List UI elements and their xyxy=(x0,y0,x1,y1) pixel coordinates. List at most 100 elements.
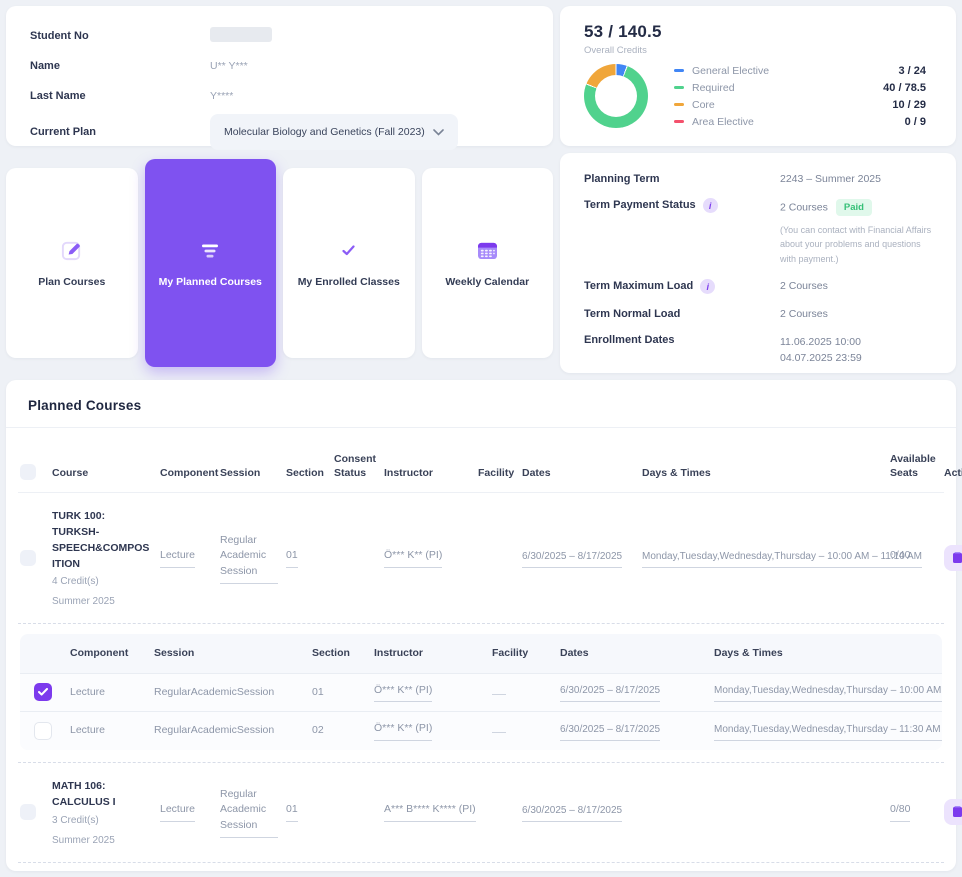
dates-value: 6/30/2025 – 8/17/2025 xyxy=(522,803,622,822)
row-checkbox[interactable] xyxy=(20,550,36,566)
enrollment-start: 11.06.2025 10:00 xyxy=(780,334,932,350)
legend-row-required: Required 40 / 78.5 xyxy=(674,82,926,94)
current-plan-row: Current Plan Molecular Biology and Genet… xyxy=(30,114,529,150)
last-name-value: Y**** xyxy=(210,90,529,102)
student-info-card: Student No Name U** Y*** Last Name Y****… xyxy=(6,6,553,146)
last-name-row: Last Name Y**** xyxy=(30,84,529,108)
legend-color-area-elective xyxy=(674,120,684,123)
payment-status-label: Term Payment Status i xyxy=(584,199,780,266)
planning-term-label: Planning Term xyxy=(584,173,780,185)
planner-button[interactable] xyxy=(944,545,962,571)
normal-load-row: Term Normal Load 2 Courses xyxy=(584,308,932,320)
nav-cards: Plan Courses My Planned Courses My Enrol… xyxy=(6,153,553,373)
student-no-label: Student No xyxy=(30,30,210,42)
sub-days-times: Monday,Tuesday,Wednesday,Thursday – 10:0… xyxy=(714,683,942,702)
overall-credits-value: 53 / 140.5 xyxy=(584,22,932,42)
sub-session: RegularAcademicSession xyxy=(154,685,304,701)
info-icon[interactable]: i xyxy=(703,198,718,213)
enrollment-dates-label: Enrollment Dates xyxy=(584,334,780,367)
legend-value: 3 / 24 xyxy=(898,65,926,77)
legend-value: 0 / 9 xyxy=(905,116,926,128)
course-title: MATH 106: CALCULUS I xyxy=(52,779,152,811)
max-load-label: Term Maximum Load i xyxy=(584,280,780,294)
legend-label: General Elective xyxy=(692,65,898,77)
col-days-times: Days & Times xyxy=(642,466,882,480)
days-times-value: Monday,Tuesday,Wednesday,Thursday – 10:0… xyxy=(642,549,922,568)
overall-credits-label: Overall Credits xyxy=(584,45,932,56)
table-header-row: Course Component Session Section Consent… xyxy=(18,428,944,493)
legend-color-required xyxy=(674,86,684,89)
col-consent-status: Consent Status xyxy=(334,452,376,480)
credits-legend: General Elective 3 / 24 Required 40 / 78… xyxy=(674,65,932,128)
nav-card-my-planned-courses[interactable]: My Planned Courses xyxy=(145,159,277,367)
planning-term-row: Planning Term 2243 – Summer 2025 xyxy=(584,173,932,185)
section-value: 01 xyxy=(286,548,298,568)
sub-col-section: Section xyxy=(312,646,366,660)
normal-load-value: 2 Courses xyxy=(780,308,932,320)
student-no-masked-value xyxy=(210,27,272,42)
session-value: Regular Academic Session xyxy=(220,533,278,584)
nav-card-my-enrolled-classes[interactable]: My Enrolled Classes xyxy=(283,168,415,358)
sub-days-times: Monday,Tuesday,Wednesday,Thursday – 11:3… xyxy=(714,722,942,741)
section-row-02: Lecture RegularAcademicSession 02 Ö*** K… xyxy=(20,711,942,750)
legend-label: Required xyxy=(692,82,883,94)
sub-facility xyxy=(492,727,506,733)
course-title: TURK 100: TURKSH-SPEECH&COMPOSITION xyxy=(52,509,152,572)
actions-cell: + xyxy=(944,799,962,825)
col-section: Section xyxy=(286,466,326,480)
col-session: Session xyxy=(220,466,278,480)
legend-color-general-elective xyxy=(674,69,684,72)
page: Student No Name U** Y*** Last Name Y****… xyxy=(0,0,962,877)
legend-value: 10 / 29 xyxy=(892,99,926,111)
row-checkbox[interactable] xyxy=(20,804,36,820)
course-term: Summer 2025 xyxy=(52,835,152,846)
check-icon xyxy=(342,239,355,263)
planning-term-value: 2243 – Summer 2025 xyxy=(780,173,932,185)
planned-courses-title: Planned Courses xyxy=(6,380,956,428)
chevron-down-icon xyxy=(433,129,444,136)
sub-col-facility: Facility xyxy=(492,646,552,660)
payment-note: (You can contact with Financial Affairs … xyxy=(780,223,932,266)
col-dates: Dates xyxy=(522,466,634,480)
legend-row-general-elective: General Elective 3 / 24 xyxy=(674,65,926,77)
term-info-card: Planning Term 2243 – Summer 2025 Term Pa… xyxy=(560,153,956,373)
course-sections-panel: Component Session Section Instructor Fac… xyxy=(18,623,944,763)
sub-dates: 6/30/2025 – 8/17/2025 xyxy=(560,722,660,741)
planner-button[interactable] xyxy=(944,799,962,825)
col-available-seats: Available Seats xyxy=(890,452,936,480)
payment-status-row: Term Payment Status i 2 CoursesPaid (You… xyxy=(584,199,932,266)
section-checkbox-unchecked[interactable] xyxy=(34,722,52,740)
sub-component: Lecture xyxy=(70,723,146,739)
nav-card-weekly-calendar[interactable]: Weekly Calendar xyxy=(422,168,554,358)
current-plan-value: Molecular Biology and Genetics (Fall 202… xyxy=(224,126,425,138)
name-value: U** Y*** xyxy=(210,60,529,72)
sub-col-days-times: Days & Times xyxy=(714,646,928,660)
legend-color-core xyxy=(674,103,684,106)
section-checkbox-checked[interactable] xyxy=(34,683,52,701)
enrollment-dates-row: Enrollment Dates 11.06.2025 10:00 04.07.… xyxy=(584,334,932,367)
credits-card: 53 / 140.5 Overall Credits General Elect… xyxy=(560,6,956,146)
nav-card-plan-courses[interactable]: Plan Courses xyxy=(6,168,138,358)
planned-courses-card: Planned Courses Course Component Session… xyxy=(6,380,956,871)
component-value: Lecture xyxy=(160,548,195,568)
nav-label: Plan Courses xyxy=(38,276,105,288)
current-plan-select[interactable]: Molecular Biology and Genetics (Fall 202… xyxy=(210,114,458,150)
component-value: Lecture xyxy=(160,802,195,822)
sub-session: RegularAcademicSession xyxy=(154,723,304,739)
credits-donut-chart xyxy=(584,64,648,128)
info-icon[interactable]: i xyxy=(700,279,715,294)
actions-cell: – xyxy=(944,545,962,571)
legend-row-area-elective: Area Elective 0 / 9 xyxy=(674,116,926,128)
available-seats-value: 0/80 xyxy=(890,802,910,822)
session-value: Regular Academic Session xyxy=(220,787,278,838)
section-row-01: Lecture RegularAcademicSession 01 Ö*** K… xyxy=(20,673,942,712)
nav-label: My Planned Courses xyxy=(159,276,262,288)
select-all-checkbox[interactable] xyxy=(20,464,36,480)
legend-row-core: Core 10 / 29 xyxy=(674,99,926,111)
legend-label: Core xyxy=(692,99,892,111)
section-value: 01 xyxy=(286,802,298,822)
course-credits: 4 Credit(s) xyxy=(52,576,152,587)
student-no-row: Student No xyxy=(30,24,529,48)
col-instructor: Instructor xyxy=(384,466,470,480)
sub-col-instructor: Instructor xyxy=(374,646,484,660)
